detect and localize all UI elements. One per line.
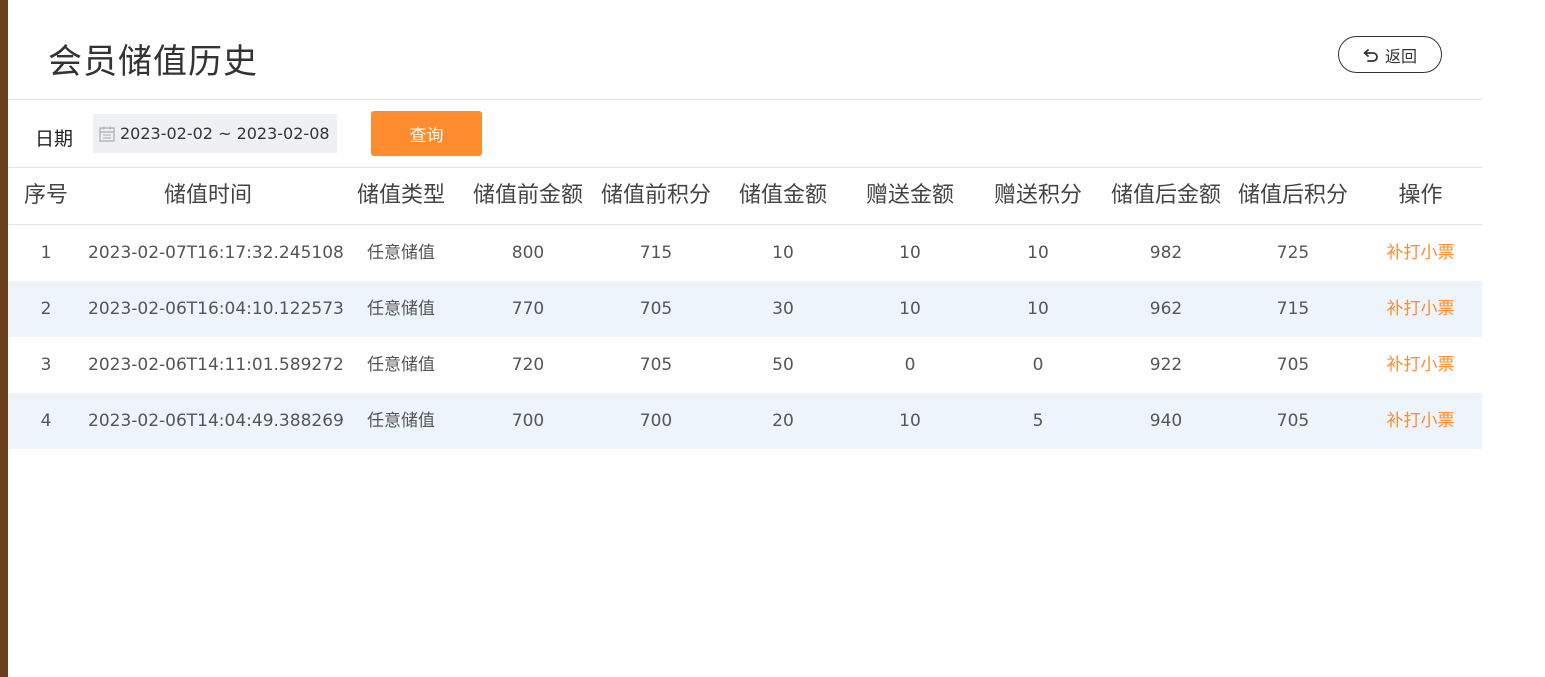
column-header-actions: 操作 — [1398, 183, 1443, 208]
query-button[interactable]: 查询 — [371, 111, 482, 156]
cell-bonus-points: 5 — [1032, 411, 1044, 431]
column-header-bonus-amount: 赠送金额 — [865, 183, 954, 208]
cell-index: 1 — [40, 243, 52, 263]
cell-balance-after: 962 — [1149, 299, 1183, 319]
cell-balance-after: 922 — [1149, 355, 1183, 375]
cell-index: 4 — [40, 411, 52, 431]
calendar-icon — [98, 125, 116, 143]
cell-index: 2 — [40, 299, 52, 319]
reprint-receipt-link[interactable]: 补打小票 — [1368, 225, 1473, 281]
back-button[interactable]: 返回 — [1338, 36, 1442, 73]
column-header-points-before: 储值前积分 — [600, 183, 711, 208]
cell-points-after: 715 — [1276, 299, 1310, 319]
column-header-bonus-points: 赠送积分 — [993, 183, 1082, 208]
date-label: 日期 — [35, 128, 74, 150]
cell-bonus-points: 10 — [1027, 243, 1049, 263]
reprint-receipt-link[interactable]: 补打小票 — [1368, 393, 1473, 449]
member-recharge-history-panel: 会员储值历史 返回 日期 2023-02-02 ~ 2023-02-08 查询 … — [8, 0, 1482, 677]
cell-points-before: 700 — [639, 411, 673, 431]
cell-balance-before: 770 — [511, 299, 545, 319]
cell-points-before: 705 — [639, 299, 673, 319]
cell-balance-before: 700 — [511, 411, 545, 431]
cell-points-after: 725 — [1276, 243, 1310, 263]
column-header-index: 序号 — [23, 183, 68, 208]
column-header-balance-before: 储值前金额 — [472, 183, 583, 208]
cell-bonus-amount: 10 — [899, 299, 921, 319]
cell-bonus-amount: 10 — [899, 243, 921, 263]
column-header-balance-after: 储值后金额 — [1110, 183, 1221, 208]
column-header-type: 储值类型 — [356, 183, 445, 208]
back-button-label: 返回 — [1384, 46, 1417, 66]
cell-bonus-points: 0 — [1032, 355, 1044, 375]
cell-points-before: 715 — [639, 243, 673, 263]
cell-type: 任意储值 — [367, 243, 435, 263]
column-header-amount: 储值金额 — [738, 183, 827, 208]
filter-bar: 日期 2023-02-02 ~ 2023-02-08 查询 — [8, 100, 1482, 168]
cell-amount: 30 — [772, 299, 794, 319]
page-title: 会员储值历史 — [48, 42, 258, 82]
column-header-time: 储值时间 — [163, 183, 252, 208]
cell-amount: 10 — [772, 243, 794, 263]
cell-time: 2023-02-06T16:04:10.122573 — [88, 299, 344, 319]
table-row: 3 2023-02-06T14:11:01.589272 任意储值 720 70… — [8, 337, 1482, 393]
cell-type: 任意储值 — [367, 411, 435, 431]
cell-balance-after: 982 — [1149, 243, 1183, 263]
cell-balance-before: 800 — [511, 243, 545, 263]
cell-bonus-amount: 10 — [899, 411, 921, 431]
cell-points-after: 705 — [1276, 411, 1310, 431]
cell-amount: 50 — [772, 355, 794, 375]
cell-type: 任意储值 — [367, 299, 435, 319]
cell-amount: 20 — [772, 411, 794, 431]
cell-points-after: 705 — [1276, 355, 1310, 375]
cell-balance-after: 940 — [1149, 411, 1183, 431]
table-row: 4 2023-02-06T14:04:49.388269 任意储值 700 70… — [8, 393, 1482, 449]
table-header-row: 序号 储值时间 储值类型 储值前金额 储值前积分 储值金额 赠送金额 赠送积分 … — [8, 168, 1482, 225]
cell-time: 2023-02-06T14:04:49.388269 — [88, 411, 344, 431]
cell-time: 2023-02-06T14:11:01.589272 — [88, 355, 344, 375]
date-range-value: 2023-02-02 ~ 2023-02-08 — [120, 124, 330, 143]
table-row: 1 2023-02-07T16:17:32.245108 任意储值 800 71… — [8, 225, 1482, 281]
reprint-receipt-link[interactable]: 补打小票 — [1368, 281, 1473, 337]
return-arrow-icon — [1363, 48, 1379, 62]
page-header: 会员储值历史 返回 — [8, 0, 1482, 100]
cell-bonus-amount: 0 — [904, 355, 916, 375]
reprint-receipt-link[interactable]: 补打小票 — [1368, 337, 1473, 393]
app-background-strip — [0, 0, 8, 677]
cell-time: 2023-02-07T16:17:32.245108 — [88, 243, 344, 263]
history-table: 序号 储值时间 储值类型 储值前金额 储值前积分 储值金额 赠送金额 赠送积分 … — [8, 168, 1482, 449]
column-header-points-after: 储值后积分 — [1237, 183, 1348, 208]
cell-bonus-points: 10 — [1027, 299, 1049, 319]
cell-balance-before: 720 — [511, 355, 545, 375]
date-range-picker[interactable]: 2023-02-02 ~ 2023-02-08 — [93, 114, 337, 153]
cell-type: 任意储值 — [367, 355, 435, 375]
cell-index: 3 — [40, 355, 52, 375]
cell-points-before: 705 — [639, 355, 673, 375]
table-row: 2 2023-02-06T16:04:10.122573 任意储值 770 70… — [8, 281, 1482, 337]
